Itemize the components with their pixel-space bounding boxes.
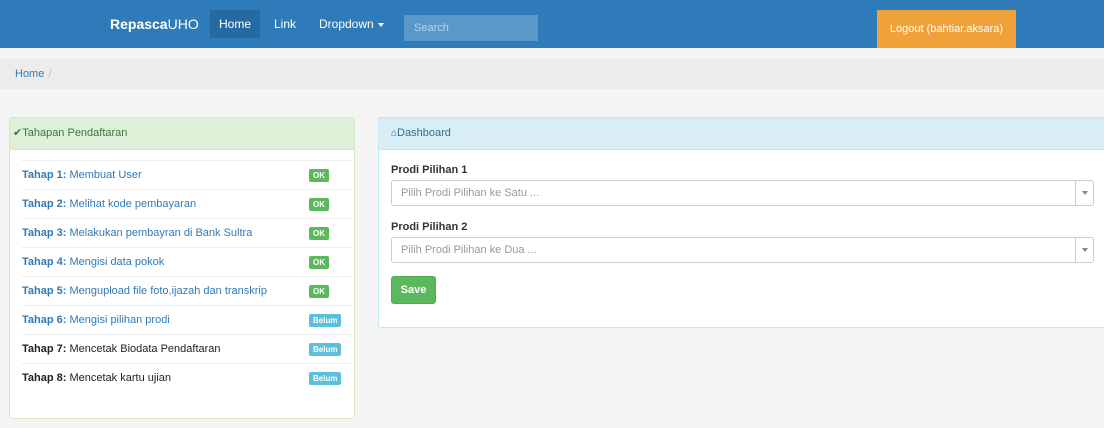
list-item[interactable]: Tahap 6: Mengisi pilihan prodi Belum xyxy=(22,305,352,334)
dashboard-panel: ⌂Dashboard Prodi Pilihan 1 Pilih Prodi P… xyxy=(378,117,1104,328)
list-item[interactable]: Tahap 4: Mengisi data pokok OK xyxy=(22,247,352,276)
list-item[interactable]: Tahap 5: Mengupload file foto,ijazah dan… xyxy=(22,276,352,305)
breadcrumb-separator: / xyxy=(48,68,52,80)
status-badge: Belum xyxy=(309,314,342,327)
list-item[interactable]: Tahap 3: Melakukan pembayran di Bank Sul… xyxy=(22,218,352,247)
list-item[interactable]: Tahap 1: Membuat User OK xyxy=(22,160,352,189)
prodi1-label: Prodi Pilihan 1 xyxy=(391,164,468,176)
breadcrumb: Home / xyxy=(0,59,1104,89)
status-badge: OK xyxy=(309,169,329,182)
chevron-down-icon xyxy=(1075,181,1093,205)
nav-dropdown[interactable]: Dropdown xyxy=(310,10,393,38)
status-badge: OK xyxy=(309,256,329,269)
prodi2-label: Prodi Pilihan 2 xyxy=(391,221,468,233)
status-badge: OK xyxy=(309,285,329,298)
list-item: Tahap 7: Mencetak Biodata Pendaftaran Bel… xyxy=(22,334,352,363)
prodi1-select[interactable]: Pilih Prodi Pilihan ke Satu ... xyxy=(391,180,1094,206)
list-item: Tahap 8: Mencetak kartu ujian Belum xyxy=(22,363,352,392)
prodi2-select[interactable]: Pilih Prodi Pilihan ke Dua ... xyxy=(391,237,1094,263)
status-badge: Belum xyxy=(309,343,342,356)
logout-button[interactable]: Logout (bahtiar.aksara) xyxy=(877,10,1016,48)
steps-list: Tahap 1: Membuat User OK Tahap 2: Melihat… xyxy=(22,160,352,392)
save-button[interactable]: Save xyxy=(391,276,436,304)
caret-down-icon xyxy=(377,22,384,27)
dashboard-panel-heading: ⌂Dashboard xyxy=(379,118,1104,150)
nav-link[interactable]: Link xyxy=(265,10,305,38)
brand-logo[interactable]: RepascaUHO xyxy=(110,0,199,48)
chevron-down-icon xyxy=(1075,238,1093,262)
check-icon: ✔ xyxy=(13,127,23,139)
status-badge: OK xyxy=(309,198,329,211)
list-item[interactable]: Tahap 2: Melihat kode pembayaran OK xyxy=(22,189,352,218)
nav-home[interactable]: Home xyxy=(210,10,261,38)
tahapan-panel-heading: ✔Tahapan Pendaftaran xyxy=(10,118,354,150)
breadcrumb-home[interactable]: Home xyxy=(15,68,44,80)
status-badge: OK xyxy=(309,227,329,240)
status-badge: Belum xyxy=(309,372,342,385)
tahapan-panel: ✔Tahapan Pendaftaran Tahap 1: Membuat Us… xyxy=(9,117,355,419)
top-navbar: RepascaUHO Home Link Dropdown Logout (ba… xyxy=(0,0,1104,48)
search-input[interactable] xyxy=(404,15,538,41)
